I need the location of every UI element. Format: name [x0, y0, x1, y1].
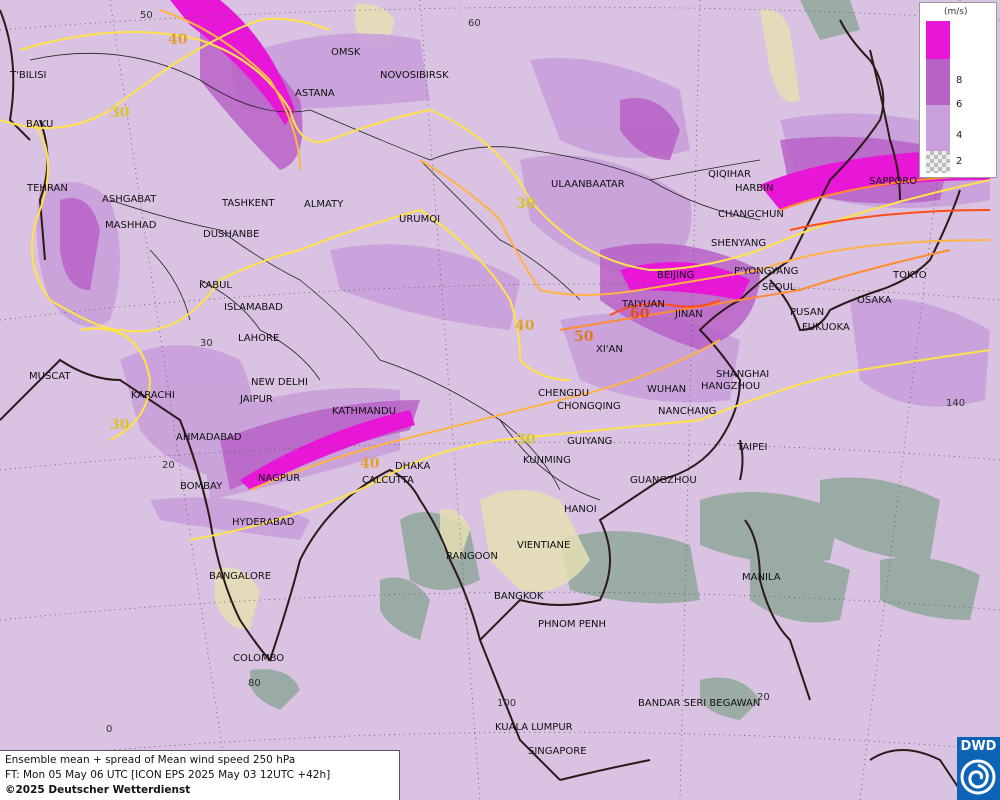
- city-label: MANILA: [742, 572, 781, 583]
- grid-label: 140: [946, 398, 965, 409]
- legend-tick: 2: [956, 156, 963, 167]
- city-label: MUSCAT: [29, 371, 71, 382]
- swirl-icon: [960, 759, 996, 795]
- city-label: KUALA LUMPUR: [495, 722, 573, 733]
- legend-tick: 6: [956, 99, 963, 110]
- city-label: HYDERABAD: [232, 517, 295, 528]
- color-legend: (m/s) 8 6 4 2: [919, 2, 997, 178]
- grid-label: 0: [106, 724, 112, 735]
- city-label: GUIYANG: [567, 436, 612, 447]
- wind-speed-map: 40 30 30 30 40 50 60 40 30 50 60 30 20 1…: [0, 0, 1000, 800]
- city-label: NOVOSIBIRSK: [380, 70, 449, 81]
- city-label: FUKUOKA: [802, 322, 850, 333]
- city-label: TAIPEI: [736, 442, 767, 453]
- contour-label: 30: [516, 432, 536, 448]
- contour-label: 40: [515, 318, 535, 334]
- city-label: HARBIN: [735, 183, 774, 194]
- legend-swatch: [926, 59, 950, 105]
- grid-label: 50: [140, 10, 153, 21]
- city-label: SEOUL: [762, 282, 796, 293]
- city-label: URUMQI: [399, 214, 440, 225]
- city-label: BAKU: [26, 119, 53, 130]
- city-label: AHMADABAD: [176, 432, 242, 443]
- city-label: BANGKOK: [494, 591, 544, 602]
- city-label: HANGZHOU: [701, 381, 760, 392]
- contour-label: 40: [168, 32, 188, 48]
- city-label: SINGAPORE: [528, 746, 587, 757]
- legend-swatch: [926, 105, 950, 151]
- city-label: HANOI: [564, 504, 597, 515]
- city-label: WUHAN: [647, 384, 686, 395]
- grid-label: 30: [200, 338, 213, 349]
- city-label: PUSAN: [790, 307, 824, 318]
- forecast-time: FT: Mon 05 May 06 UTC [ICON EPS 2025 May…: [5, 769, 331, 781]
- copyright: ©2025 Deutscher Wetterdienst: [5, 784, 191, 796]
- grid-label: 80: [248, 678, 261, 689]
- contour-label: 30: [110, 417, 130, 433]
- city-label: ISLAMABAD: [224, 302, 283, 313]
- grid-label: 20: [162, 460, 175, 471]
- city-label: OMSK: [331, 47, 361, 58]
- city-label: SHENYANG: [711, 238, 766, 249]
- city-label: ULAANBAATAR: [551, 179, 625, 190]
- city-label: NANCHANG: [658, 406, 716, 417]
- city-label: ASTANA: [295, 88, 335, 99]
- city-label: BEIJING: [657, 270, 694, 281]
- city-label: CHONGQING: [557, 401, 621, 412]
- city-label: BANGALORE: [209, 571, 271, 582]
- city-label: BOMBAY: [180, 481, 223, 492]
- city-label: RANGOON: [446, 551, 498, 562]
- city-label: DHAKA: [395, 461, 430, 472]
- city-label: CHENGDU: [538, 388, 589, 399]
- city-label: TEHRAN: [26, 183, 68, 194]
- legend-unit: (m/s): [944, 7, 968, 17]
- contour-label: 50: [574, 329, 594, 345]
- contour-label: 40: [360, 456, 380, 472]
- legend-tick: 4: [956, 130, 963, 141]
- info-box: Ensemble mean + spread of Mean wind spee…: [0, 750, 400, 800]
- city-label: COLOMBO: [233, 653, 284, 664]
- city-label: CHANGCHUN: [718, 209, 784, 220]
- city-label: MASHHAD: [105, 220, 157, 231]
- map-stage: 40 30 30 30 40 50 60 40 30 50 60 30 20 1…: [0, 0, 1000, 800]
- city-label: LAHORE: [238, 333, 279, 344]
- city-label: TASHKENT: [221, 198, 275, 209]
- city-label: NAGPUR: [258, 473, 300, 484]
- city-label: QIQIHAR: [708, 169, 751, 180]
- city-label: ALMATY: [304, 199, 344, 210]
- city-label: T'BILISI: [9, 70, 46, 81]
- city-label: TOKYO: [892, 270, 927, 281]
- city-label: CALCUTTA: [362, 475, 414, 486]
- city-label: SHANGHAI: [716, 369, 769, 380]
- grid-label: 100: [497, 698, 516, 709]
- city-label: KATHMANDU: [332, 406, 396, 417]
- grid-label: 60: [468, 18, 481, 29]
- city-label: OSAKA: [857, 295, 892, 306]
- city-label: XI'AN: [596, 344, 623, 355]
- logo-text: DWD: [960, 739, 997, 754]
- legend-swatch: [926, 21, 950, 59]
- dwd-logo: DWD: [957, 737, 1000, 800]
- city-label: P'YONGYANG: [734, 266, 798, 277]
- city-label: GUANGZHOU: [630, 475, 697, 486]
- city-label: NEW DELHI: [251, 377, 308, 388]
- city-label: BANDAR SERI BEGAWAN: [638, 698, 760, 709]
- city-label: KARACHI: [131, 390, 175, 401]
- city-label: VIENTIANE: [517, 540, 570, 551]
- city-label: SAPPORO: [869, 176, 917, 187]
- legend-tick: 8: [956, 75, 963, 86]
- city-label: KABUL: [199, 280, 232, 291]
- city-label: TAIYUAN: [621, 299, 665, 310]
- city-label: JINAN: [674, 309, 703, 320]
- city-label: JAIPUR: [239, 394, 273, 405]
- city-label: PHNOM PENH: [538, 619, 606, 630]
- contour-label: 30: [110, 105, 130, 121]
- city-label: DUSHANBE: [203, 229, 259, 240]
- city-label: KUNMING: [523, 455, 571, 466]
- legend-swatch-hatched: [926, 151, 950, 173]
- city-label: ASHGABAT: [102, 194, 157, 205]
- contour-label: 30: [516, 196, 536, 212]
- map-title: Ensemble mean + spread of Mean wind spee…: [5, 754, 296, 766]
